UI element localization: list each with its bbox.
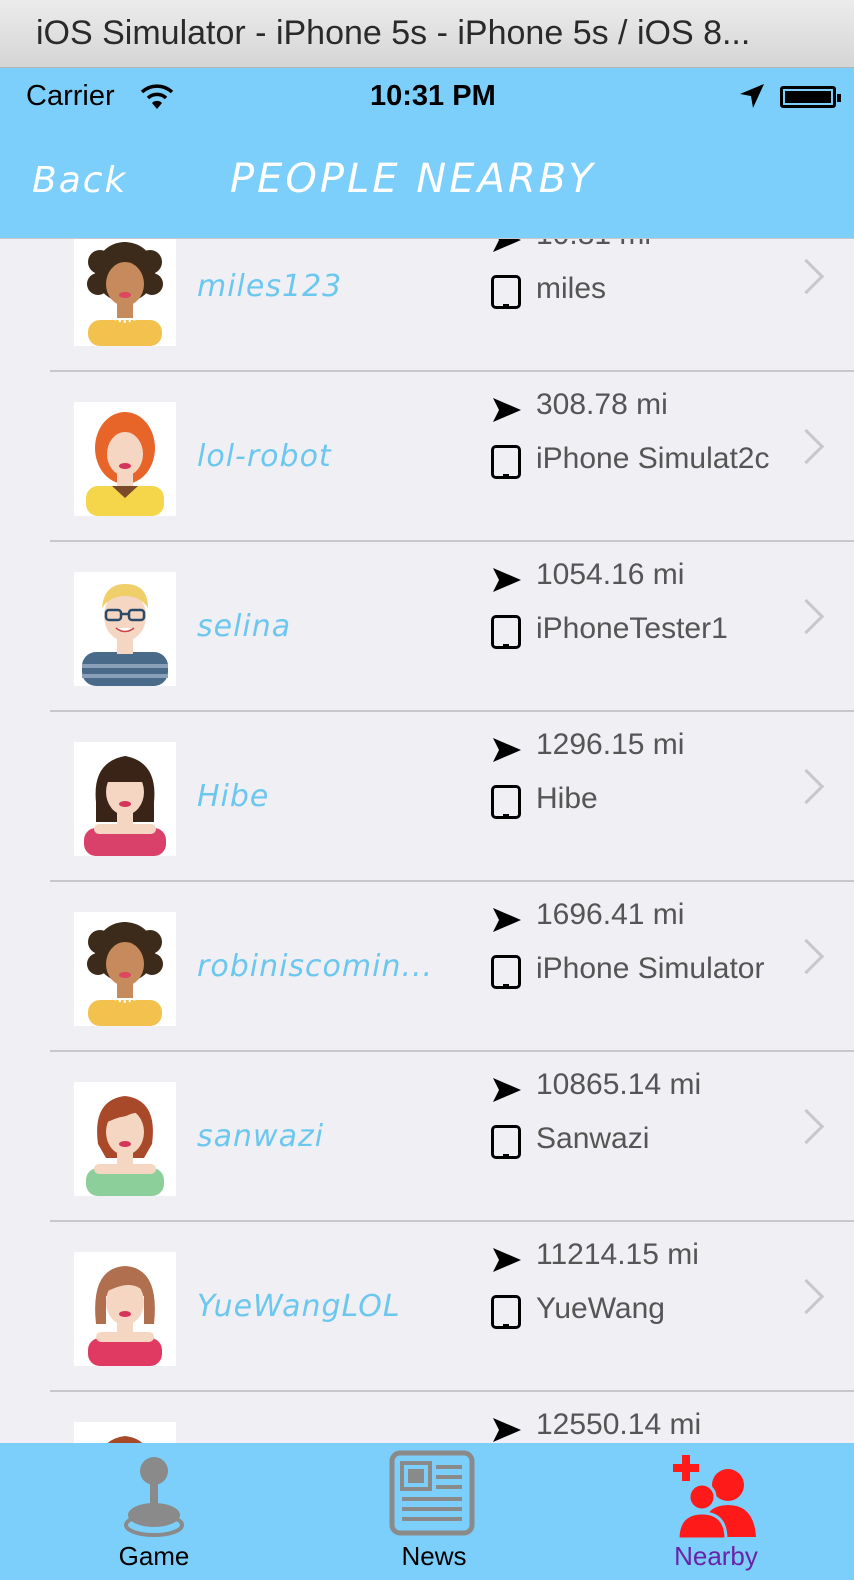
woman-redhead-avatar xyxy=(74,402,176,516)
username: Hibe xyxy=(197,779,270,814)
username: selina xyxy=(197,609,292,644)
location-arrow-icon xyxy=(491,736,523,769)
people-list[interactable]: miles123 10.81 mi miles xyxy=(0,238,854,1444)
tab-label: News xyxy=(401,1541,467,1571)
distance-label: 1296.15 mi xyxy=(536,728,685,761)
location-arrow-icon xyxy=(491,1416,523,1444)
username: miles123 xyxy=(197,269,343,304)
location-arrow-icon xyxy=(491,396,523,429)
location-arrow-icon xyxy=(738,82,766,115)
chevron-right-icon xyxy=(788,1278,825,1315)
chevron-right-icon xyxy=(788,598,825,635)
distance-label: 12550.14 mi xyxy=(536,1408,702,1441)
status-bar: Carrier 10:31 PM xyxy=(0,68,854,128)
distance-label: 10865.14 mi xyxy=(536,1068,702,1101)
distance-label: 1054.16 mi xyxy=(536,558,685,591)
tab-game[interactable]: Game xyxy=(12,1443,296,1580)
chevron-right-icon xyxy=(788,768,825,805)
man-blond-glasses-avatar xyxy=(74,572,176,686)
woman-auburn-avatar xyxy=(74,1082,176,1196)
tab-label: Game xyxy=(118,1541,190,1571)
chevron-right-icon xyxy=(788,1108,825,1145)
joystick-icon xyxy=(124,1453,184,1542)
distance-label: 1696.41 mi xyxy=(536,898,685,931)
device-label: iPhone Simulat2c xyxy=(536,442,770,475)
woman-auburn-avatar xyxy=(74,1422,176,1444)
phone-icon xyxy=(491,445,521,479)
username: YueWangLOL xyxy=(197,1289,401,1324)
back-button[interactable]: Back xyxy=(32,160,127,201)
list-item[interactable]: sanwazi 10865.14 mi Sanwazi xyxy=(0,1052,854,1222)
list-item[interactable]: miles123 10.81 mi miles xyxy=(0,239,854,372)
location-arrow-icon xyxy=(491,906,523,939)
phone-icon xyxy=(491,275,521,309)
list-item[interactable]: robiniscomin... 1696.41 mi iPhone Simula… xyxy=(0,882,854,1052)
woman-bangs-avatar xyxy=(74,742,176,856)
username: sanwazi xyxy=(197,1119,325,1154)
tab-nearby[interactable]: Nearby xyxy=(574,1443,854,1580)
device-label: Sanwazi xyxy=(536,1122,650,1155)
clock-time: 10:31 PM xyxy=(370,80,496,112)
location-arrow-icon xyxy=(491,239,523,259)
list-item[interactable]: lol-robot 308.78 mi iPhone Simulat2c xyxy=(0,372,854,542)
device-label: miles xyxy=(536,272,607,305)
wifi-icon xyxy=(140,82,174,117)
device-label: YueWang xyxy=(536,1292,665,1325)
phone-icon xyxy=(491,615,521,649)
location-arrow-icon xyxy=(491,566,523,599)
device-label: iPhoneTester1 xyxy=(536,612,728,645)
page-title: PEOPLE NEARBY xyxy=(230,156,596,202)
device-label: iPhone Simulator xyxy=(536,952,765,985)
username: lol-robot xyxy=(197,439,332,474)
woman-curly-dark-avatar xyxy=(74,912,176,1026)
chevron-right-icon xyxy=(788,428,825,465)
carrier-label: Carrier xyxy=(26,80,115,112)
list-item[interactable]: selina 1054.16 mi iPhoneTester1 xyxy=(0,542,854,712)
device-label: Hibe xyxy=(536,782,598,815)
distance-label: 308.78 mi xyxy=(536,388,668,421)
woman-light-brown-avatar xyxy=(74,1252,176,1366)
phone-icon xyxy=(491,1125,521,1159)
newspaper-icon xyxy=(388,1449,476,1542)
location-arrow-icon xyxy=(491,1076,523,1109)
add-people-icon xyxy=(670,1455,762,1544)
tab-label: Nearby xyxy=(674,1541,758,1571)
window-title: iOS Simulator - iPhone 5s - iPhone 5s / … xyxy=(36,14,751,52)
distance-label: 11214.15 mi xyxy=(536,1238,699,1271)
phone-icon xyxy=(491,785,521,819)
app-header: Carrier 10:31 PM Back PEOPLE NEARBY xyxy=(0,68,854,238)
simulator-window: iOS Simulator - iPhone 5s - iPhone 5s / … xyxy=(0,0,854,1580)
woman-curly-dark-avatar xyxy=(74,239,176,346)
list-item[interactable]: 12550.14 mi xyxy=(0,1392,854,1444)
chevron-right-icon xyxy=(788,258,825,295)
username: robiniscomin... xyxy=(197,949,434,984)
chevron-right-icon xyxy=(788,938,825,975)
location-arrow-icon xyxy=(491,1246,523,1279)
battery-icon xyxy=(780,86,841,108)
tab-news[interactable]: News xyxy=(292,1443,576,1580)
distance-label: 10.81 mi xyxy=(536,239,651,252)
list-item[interactable]: Hibe 1296.15 mi Hibe xyxy=(0,712,854,882)
phone-icon xyxy=(491,1295,521,1329)
phone-icon xyxy=(491,955,521,989)
tab-bar: Game News Nearby xyxy=(0,1443,854,1580)
window-titlebar[interactable]: iOS Simulator - iPhone 5s - iPhone 5s / … xyxy=(0,0,854,68)
list-item[interactable]: YueWangLOL 11214.15 mi YueWang xyxy=(0,1222,854,1392)
